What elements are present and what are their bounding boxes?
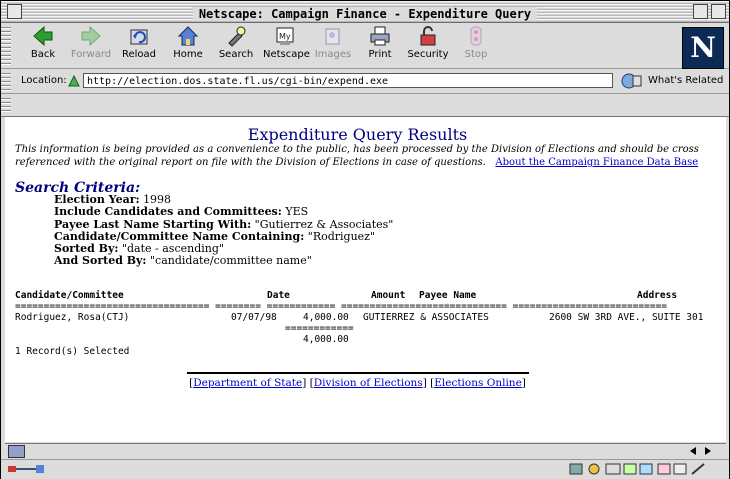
window-title: Netscape: Campaign Finance - Expenditure… xyxy=(192,7,538,21)
footer-links: [Department of State] [Division of Elect… xyxy=(189,377,526,389)
stop-icon xyxy=(470,26,482,46)
back-label: Back xyxy=(30,49,56,60)
footer-link-elections-online[interactable]: Elections Online xyxy=(434,377,522,389)
svg-text:My: My xyxy=(279,32,291,41)
reload-button[interactable]: Reload xyxy=(117,25,161,65)
search-button[interactable]: Search xyxy=(214,25,258,65)
footer-link-department-of-state[interactable]: Department of State xyxy=(193,377,302,389)
location-toolbar: Location: http://election.dos.state.fl.u… xyxy=(1,69,729,94)
home-icon xyxy=(177,26,199,46)
header-date: Date xyxy=(267,290,290,301)
disclaimer-block: This information is being provided as a … xyxy=(15,143,715,169)
about-database-link[interactable]: About the Campaign Finance Data Base xyxy=(495,157,698,168)
records-selected: 1 Record(s) Selected xyxy=(15,346,130,357)
search-criteria-list: Election Year: 1998 Include Candidates a… xyxy=(54,193,393,268)
scroll-left-arrow-icon[interactable] xyxy=(688,446,698,456)
forward-button[interactable]: Forward xyxy=(69,25,113,65)
print-button[interactable]: Print xyxy=(358,25,402,65)
title-bar[interactable]: Netscape: Campaign Finance - Expenditure… xyxy=(1,1,729,23)
security-button[interactable]: Security xyxy=(406,25,450,65)
zoom-box[interactable] xyxy=(693,4,708,19)
header-candidate: Candidate/Committee xyxy=(15,290,124,301)
personal-toolbar xyxy=(1,94,729,117)
row-amount: 4,000.00 xyxy=(303,312,349,323)
total-rule: ============ xyxy=(285,323,354,334)
total-amount: 4,000.00 xyxy=(303,334,349,345)
status-bar xyxy=(1,459,729,479)
footer-link-division-of-elections[interactable]: Division of Elections xyxy=(314,377,423,389)
footer-divider xyxy=(187,372,529,374)
printer-icon xyxy=(370,26,390,46)
whats-related-icon[interactable] xyxy=(621,72,643,90)
reload-label: Reload xyxy=(121,49,157,60)
collapse-box[interactable] xyxy=(711,4,726,19)
security-label: Security xyxy=(407,49,449,60)
scroll-right-arrow-icon[interactable] xyxy=(703,446,713,456)
my-netscape-icon: My xyxy=(276,27,294,45)
row-payee: GUTIERREZ & ASSOCIATES xyxy=(363,312,489,323)
row-date: 07/07/98 xyxy=(231,312,277,323)
back-arrow-icon xyxy=(33,25,53,47)
toolbar-grip[interactable] xyxy=(1,25,11,67)
header-address: Address xyxy=(637,290,678,301)
forward-label: Forward xyxy=(70,49,112,60)
location-url-field[interactable]: http://election.dos.state.fl.us/cgi-bin/… xyxy=(83,73,613,88)
connection-status-icon xyxy=(8,465,44,473)
padlock-icon xyxy=(420,26,436,46)
scroll-thumb[interactable] xyxy=(8,445,25,458)
stop-label: Stop xyxy=(464,49,488,60)
netscape-button[interactable]: My Netscape xyxy=(263,25,310,65)
personal-grip[interactable] xyxy=(1,96,11,114)
component-bar-icons[interactable] xyxy=(568,462,718,476)
netscape-logo[interactable]: N xyxy=(682,27,724,69)
horizontal-scrollbar[interactable] xyxy=(5,443,726,458)
criteria-item: And Sorted By: "candidate/committee name… xyxy=(54,254,312,268)
navigation-toolbar: Back Forward Reload Home Search My Netsc… xyxy=(1,23,729,69)
header-payee: Payee Name xyxy=(419,290,477,301)
search-flashlight-icon xyxy=(228,26,246,47)
table-rule: ================================== =====… xyxy=(15,301,668,312)
print-label: Print xyxy=(368,49,392,60)
location-grip[interactable] xyxy=(1,71,11,91)
page-content: Expenditure Query Results This informati… xyxy=(5,117,726,442)
header-amount: Amount xyxy=(371,290,406,301)
home-button[interactable]: Home xyxy=(166,25,210,65)
reload-icon xyxy=(130,29,148,45)
forward-arrow-icon xyxy=(81,25,101,47)
images-label: Images xyxy=(314,49,352,60)
stop-button[interactable]: Stop xyxy=(454,25,498,65)
row-address: 2600 SW 3RD AVE., SUITE 301 xyxy=(549,312,704,323)
page-heading: Expenditure Query Results xyxy=(247,125,468,144)
back-button[interactable]: Back xyxy=(21,25,65,65)
row-candidate: Rodriguez, Rosa(CTJ) xyxy=(15,312,130,323)
location-label: Location: xyxy=(21,75,67,86)
home-label: Home xyxy=(173,49,203,60)
images-icon xyxy=(325,28,340,45)
images-button[interactable]: Images xyxy=(311,25,355,65)
netscape-label: Netscape xyxy=(263,49,310,60)
page-proxy-icon[interactable] xyxy=(67,74,81,88)
whats-related-link[interactable]: What's Related xyxy=(648,75,723,86)
browser-window: Netscape: Campaign Finance - Expenditure… xyxy=(0,0,730,479)
search-label: Search xyxy=(218,49,254,60)
